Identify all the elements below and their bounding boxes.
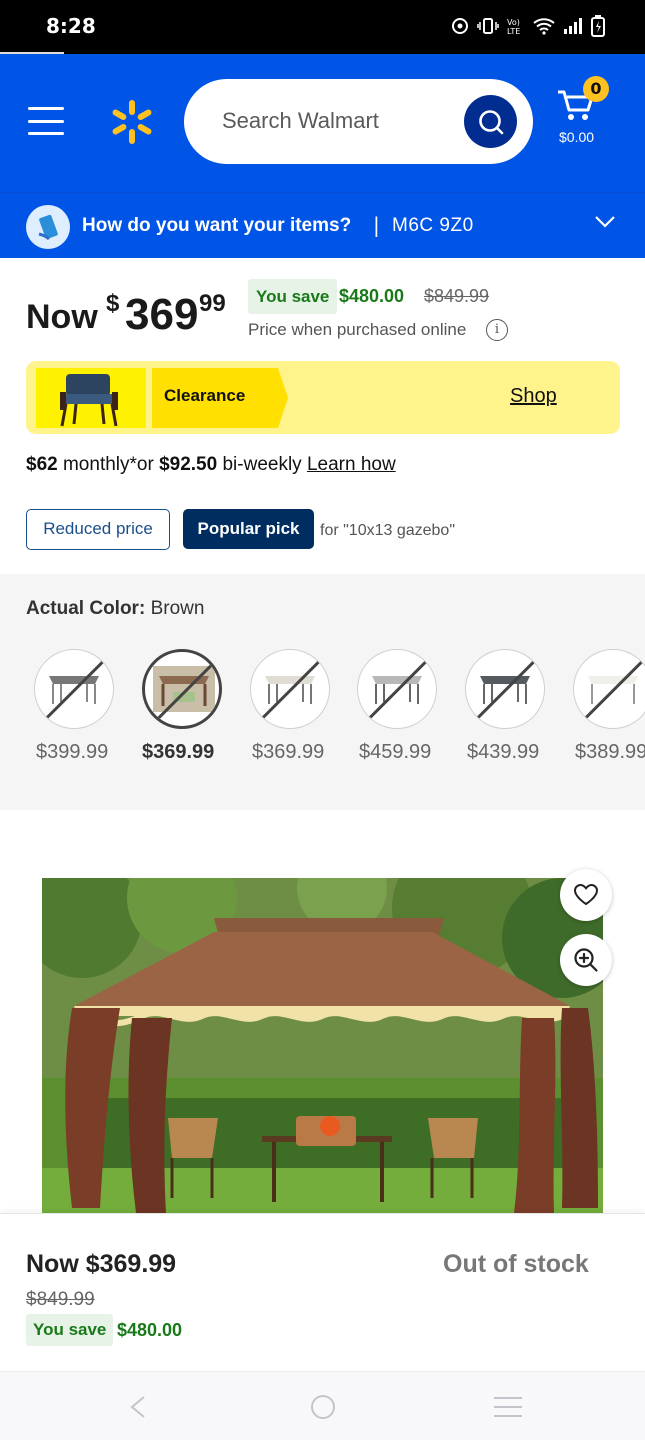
home-icon[interactable] <box>305 1392 341 1422</box>
search-bar <box>184 79 533 164</box>
sticky-save-amount: $480.00 <box>117 1320 183 1340</box>
price-now-label: Now <box>26 298 98 336</box>
chevron-down-icon <box>595 216 615 228</box>
popular-pick-context: for "10x13 gazebo" <box>320 522 456 539</box>
swatch-price: $399.99 <box>36 741 109 763</box>
signal-icon <box>564 18 582 34</box>
heart-icon <box>573 883 599 906</box>
product-image[interactable] <box>42 878 603 1213</box>
wifi-icon <box>533 18 555 35</box>
delivery-phone-icon <box>26 205 70 249</box>
search-input[interactable] <box>222 101 452 141</box>
svg-text:LTE: LTE <box>507 27 520 35</box>
color-swatch[interactable] <box>34 649 114 729</box>
monthly-text: monthly*or <box>57 454 160 475</box>
color-swatch[interactable] <box>250 649 330 729</box>
cart-button[interactable]: 0 $0.00 <box>556 76 626 156</box>
sticky-was-price: $849.99 <box>26 1289 95 1310</box>
alarm-icon <box>452 18 468 34</box>
status-time: 8:28 <box>46 14 96 38</box>
stock-status: Out of stock <box>443 1250 589 1278</box>
zoom-button[interactable] <box>560 934 612 986</box>
search-button[interactable] <box>464 95 517 148</box>
menu-icon[interactable] <box>28 107 64 135</box>
sticky-you-save-label: You save <box>26 1314 114 1346</box>
biweekly-text: bi-weekly <box>217 454 307 475</box>
color-value: Brown <box>150 598 205 619</box>
clearance-tag: Clearance <box>152 368 288 428</box>
price-dollars: 369 <box>125 290 199 339</box>
delivery-question: How do you want your items? <box>82 215 352 236</box>
swatch-price: $439.99 <box>467 741 540 763</box>
postal-code: M6C 9Z0 <box>392 215 474 236</box>
svg-text:Vo): Vo) <box>507 18 520 27</box>
search-icon <box>478 109 503 134</box>
biweekly-amount: $92.50 <box>159 454 218 475</box>
shop-clearance-link[interactable]: Shop <box>510 385 557 408</box>
delivery-selector[interactable]: How do you want your items? | M6C 9Z0 <box>0 192 645 258</box>
sticky-now-price: Now $369.99 <box>26 1250 177 1278</box>
clearance-banner[interactable]: Clearance Shop <box>26 361 620 434</box>
zoom-in-icon <box>574 948 598 972</box>
cart-total: $0.00 <box>559 129 595 145</box>
price-cents: 99 <box>199 290 226 317</box>
swatch-price: $389.99 <box>575 741 645 763</box>
favorite-button[interactable] <box>560 869 612 921</box>
price-currency: $ <box>106 290 120 317</box>
vibrate-icon <box>477 18 499 34</box>
volte-icon: Vo)LTE <box>507 18 520 35</box>
app-header: 0 $0.00 <box>0 54 645 192</box>
reduced-price-badge: Reduced price <box>26 509 170 550</box>
online-price-note: Price when purchased online <box>248 320 467 339</box>
sticky-price-bar: Now $369.99 $849.99 You save $480.00 Out… <box>0 1213 645 1371</box>
was-price: $849.99 <box>424 286 490 306</box>
financing-info: $62 monthly*or $92.50 bi-weekly Learn ho… <box>26 454 396 476</box>
you-save-label: You save <box>248 279 338 314</box>
color-picker: Actual Color: Brown $399.99 $369.99 $369… <box>0 574 645 810</box>
recents-icon[interactable] <box>490 1392 526 1422</box>
clearance-label: Clearance <box>164 386 246 405</box>
cart-count-badge: 0 <box>583 76 609 102</box>
monthly-amount: $62 <box>26 454 58 475</box>
system-nav-bar <box>0 1371 645 1440</box>
battery-icon <box>591 15 605 37</box>
learn-how-link[interactable]: Learn how <box>307 454 396 475</box>
walmart-spark-logo[interactable] <box>108 98 156 146</box>
back-icon[interactable] <box>120 1392 156 1422</box>
color-swatch[interactable] <box>465 649 545 729</box>
color-swatch[interactable] <box>142 649 222 729</box>
status-bar: 8:28 Vo) LTE <box>0 0 645 54</box>
save-amount: $480.00 <box>339 286 405 306</box>
delivery-separator: | <box>373 213 380 237</box>
chair-thumbnail <box>36 368 146 428</box>
color-label: Actual Color: Brown <box>26 598 205 619</box>
color-swatch[interactable] <box>357 649 437 729</box>
color-swatch[interactable] <box>573 649 645 729</box>
swatch-price: $369.99 <box>252 741 325 763</box>
swatch-price: $459.99 <box>359 741 432 763</box>
popular-pick-badge: Popular pick <box>183 509 314 549</box>
swatch-price: $369.99 <box>142 741 215 763</box>
info-icon[interactable]: i <box>486 319 508 341</box>
status-icons: Vo) LTE <box>451 15 605 37</box>
